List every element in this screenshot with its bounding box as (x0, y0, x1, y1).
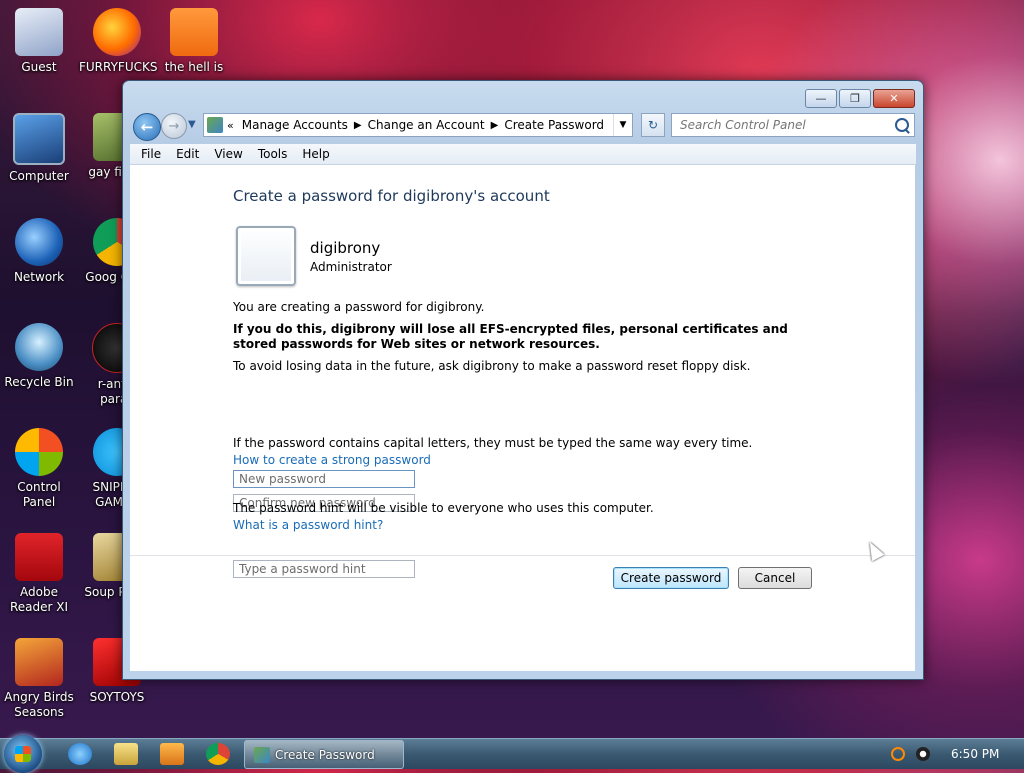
control-panel-icon (15, 428, 63, 476)
forward-button[interactable]: → (161, 113, 187, 139)
chevron-down-icon: ▼ (188, 119, 196, 130)
restore-icon: ❐ (850, 92, 860, 105)
angry-birds-icon (15, 638, 63, 686)
clock[interactable]: 6:50 PM (951, 747, 999, 761)
breadcrumb-separator-icon[interactable]: ▶ (354, 120, 362, 131)
network-icon (15, 218, 63, 266)
desktop-icon-angry-birds[interactable]: Angry Birds Seasons (1, 638, 77, 720)
media-player-icon[interactable] (160, 743, 184, 765)
breadcrumb-create-password[interactable]: Create Password (504, 118, 604, 132)
desktop-icon-recycle-bin[interactable]: Recycle Bin (1, 323, 77, 390)
desktop-icon-adobe-reader[interactable]: Adobe Reader XI (1, 533, 77, 615)
password-hint-link[interactable]: What is a password hint? (233, 518, 383, 532)
create-password-window: — ❐ ✕ ← → ▼ « Manage Accounts ▶ Change a… (122, 80, 924, 680)
breadcrumb-overflow-icon[interactable]: « (227, 119, 234, 132)
strong-password-link[interactable]: How to create a strong password (233, 453, 431, 467)
breadcrumb-change-account[interactable]: Change an Account (368, 118, 485, 132)
back-arrow-icon: ← (140, 118, 154, 136)
menu-edit[interactable]: Edit (176, 147, 199, 161)
desktop-icon-computer[interactable]: Computer (1, 113, 77, 184)
taskbar-item-label: Create Password (275, 747, 375, 762)
taskbar-item-create-password[interactable]: Create Password (244, 740, 404, 769)
caps-note: If the password contains capital letters… (233, 436, 753, 450)
search-box[interactable] (671, 113, 915, 137)
breadcrumb-manage-accounts[interactable]: Manage Accounts (242, 118, 348, 132)
search-icon[interactable] (895, 118, 909, 132)
user-name: digibrony (310, 239, 381, 257)
desktop-icon-network[interactable]: Network (1, 218, 77, 285)
recent-pages-dropdown[interactable]: ▼ (188, 119, 196, 130)
content-pane: Create a password for digibrony's accoun… (130, 165, 915, 671)
back-button[interactable]: ← (133, 113, 161, 141)
adobe-reader-icon (15, 533, 63, 581)
breadcrumb-separator-icon[interactable]: ▶ (491, 120, 499, 131)
address-dropdown-button[interactable]: ▼ (613, 114, 632, 136)
minimize-icon: — (815, 92, 827, 105)
new-password-field[interactable] (233, 470, 415, 488)
caption-buttons: — ❐ ✕ (805, 89, 915, 108)
maximize-button[interactable]: ❐ (839, 89, 871, 108)
warning-text: If you do this, digibrony will lose all … (233, 322, 788, 351)
computer-icon (13, 113, 65, 165)
tip-text: To avoid losing data in the future, ask … (233, 359, 751, 373)
intro-text: You are creating a password for digibron… (233, 300, 485, 314)
menu-bar: File Edit View Tools Help (130, 144, 916, 165)
password-hint-field[interactable] (233, 560, 415, 578)
taskbar: Create Password 6:50 PM (0, 735, 1024, 773)
navigation-bar: ← → ▼ « Manage Accounts ▶ Change an Acco… (131, 111, 915, 141)
desktop-icon-guest[interactable]: Guest (1, 8, 77, 75)
menu-tools[interactable]: Tools (258, 147, 288, 161)
control-panel-icon (254, 746, 270, 763)
address-bar[interactable]: « Manage Accounts ▶ Change an Account ▶ … (203, 113, 633, 137)
divider (130, 555, 915, 556)
explorer-icon[interactable] (114, 743, 138, 765)
search-tool-icon[interactable] (891, 747, 905, 761)
menu-view[interactable]: View (214, 147, 242, 161)
cancel-button[interactable]: Cancel (738, 567, 812, 589)
desktop-icon-firefox[interactable]: FURRYFUCKS (79, 8, 157, 75)
uc-browser-icon (170, 8, 218, 56)
menu-help[interactable]: Help (302, 147, 329, 161)
control-panel-icon (207, 117, 223, 133)
chrome-icon[interactable] (206, 743, 230, 765)
desktop-icon-uc-browser[interactable]: the hell is (156, 8, 232, 75)
desktop-icon-control-panel[interactable]: Control Panel (1, 428, 77, 510)
close-button[interactable]: ✕ (873, 89, 915, 108)
start-button[interactable] (4, 735, 42, 773)
create-password-button[interactable]: Create password (613, 567, 729, 589)
hint-note: The password hint will be visible to eve… (233, 501, 654, 515)
chevron-down-icon: ▼ (619, 120, 627, 130)
close-icon: ✕ (889, 92, 899, 105)
page-title: Create a password for digibrony's accoun… (233, 187, 550, 205)
user-role: Administrator (310, 260, 392, 274)
search-input[interactable] (678, 117, 892, 133)
firefox-icon (93, 8, 141, 56)
user-picture (236, 226, 296, 286)
internet-explorer-icon[interactable] (68, 743, 92, 765)
refresh-button[interactable]: ↻ (641, 113, 665, 137)
refresh-icon: ↻ (647, 118, 659, 132)
menu-file[interactable]: File (141, 147, 161, 161)
forward-arrow-icon: → (168, 118, 180, 134)
guest-icon (15, 8, 63, 56)
minimize-button[interactable]: — (805, 89, 837, 108)
recycle-bin-icon (15, 323, 63, 371)
tray-app-icon[interactable] (916, 747, 930, 761)
